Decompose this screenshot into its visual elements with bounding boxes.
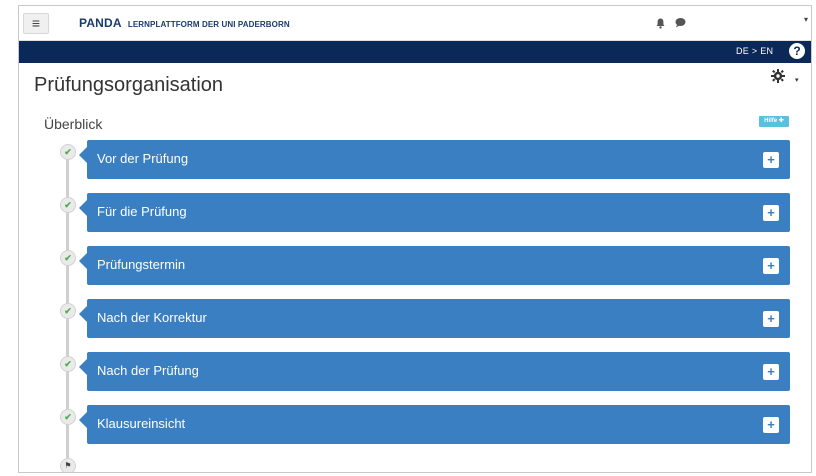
step-label: Vor der Prüfung	[97, 151, 189, 166]
overview-heading: Überblick	[44, 116, 103, 132]
check-icon: ✔	[60, 144, 76, 160]
page-title: Prüfungsorganisation	[34, 74, 224, 96]
expand-plus-icon[interactable]: +	[763, 417, 779, 433]
hamburger-icon[interactable]: ≡	[23, 13, 49, 34]
chat-icon[interactable]	[675, 17, 686, 31]
step-label: Für die Prüfung	[97, 204, 187, 219]
expand-plus-icon[interactable]: +	[763, 311, 779, 327]
expand-plus-icon[interactable]: +	[763, 152, 779, 168]
expand-plus-icon[interactable]: +	[763, 364, 779, 380]
step-label: Prüfungstermin	[97, 257, 186, 272]
help-question-icon[interactable]: ?	[789, 43, 805, 59]
step-label: Nach der Korrektur	[97, 310, 207, 325]
step-nach-der-korrektur[interactable]: Nach der Korrektur +	[79, 299, 790, 338]
step-label: Nach der Prüfung	[97, 363, 199, 378]
language-switch[interactable]: DE > EN	[736, 46, 773, 56]
step-label: Klausureinsicht	[97, 416, 186, 431]
brand-name: PANDA	[79, 16, 122, 30]
help-badge-button[interactable]: Hilfe ✚	[759, 116, 789, 127]
expand-plus-icon[interactable]: +	[763, 205, 779, 221]
nav-bar: DE > EN ?	[19, 41, 811, 63]
step-vor-der-pruefung[interactable]: Vor der Prüfung +	[79, 140, 790, 179]
gear-menu-caret-icon[interactable]: ▾	[795, 76, 799, 84]
flag-icon: ⚑	[60, 458, 76, 472]
gear-icon[interactable]	[771, 69, 785, 87]
check-icon: ✔	[60, 356, 76, 372]
app-window: ≡ PANDA LERNPLATTFORM DER UNI PADERBORN …	[18, 5, 812, 473]
top-header: ≡ PANDA LERNPLATTFORM DER UNI PADERBORN …	[19, 6, 811, 41]
step-klausureinsicht[interactable]: Klausureinsicht +	[79, 405, 790, 444]
step-pruefungstermin[interactable]: Prüfungstermin +	[79, 246, 790, 285]
check-icon: ✔	[60, 303, 76, 319]
expand-plus-icon[interactable]: +	[763, 258, 779, 274]
bell-icon[interactable]	[656, 18, 665, 32]
step-fuer-die-pruefung[interactable]: Für die Prüfung +	[79, 193, 790, 232]
check-icon: ✔	[60, 197, 76, 213]
brand-subtitle: LERNPLATTFORM DER UNI PADERBORN	[127, 20, 290, 29]
site-brand[interactable]: PANDA LERNPLATTFORM DER UNI PADERBORN	[79, 16, 290, 30]
user-menu-caret-icon[interactable]: ▾	[804, 15, 808, 24]
check-icon: ✔	[60, 250, 76, 266]
step-nach-der-pruefung[interactable]: Nach der Prüfung +	[79, 352, 790, 391]
check-icon: ✔	[60, 409, 76, 425]
